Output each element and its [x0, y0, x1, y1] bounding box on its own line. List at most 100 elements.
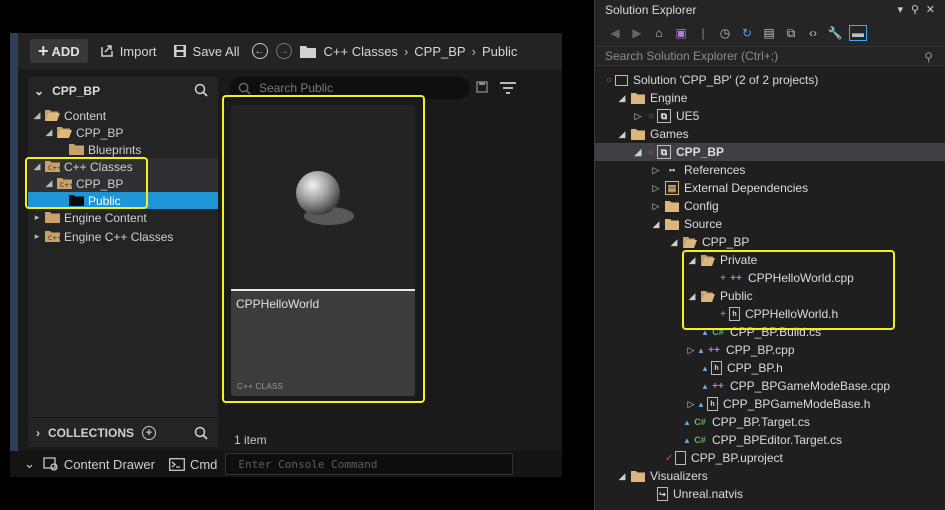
tree-item-public[interactable]: Public: [28, 192, 218, 209]
history-icon[interactable]: ◷: [717, 25, 733, 41]
collapse-arrow-icon[interactable]: ▷: [651, 183, 661, 194]
show-all-files-icon[interactable]: ⧉: [783, 25, 799, 41]
expand-arrow-icon[interactable]: ◢: [687, 291, 697, 302]
collapse-arrow-icon[interactable]: ▷: [651, 165, 661, 176]
folder-public[interactable]: ◢ Public: [595, 287, 945, 305]
sources-header-label: CPP_BP: [52, 84, 101, 98]
tree-item-engine-content[interactable]: ▸ Engine Content: [28, 209, 218, 226]
expand-arrow-icon[interactable]: ◢: [44, 127, 54, 138]
content-drawer-button[interactable]: Content Drawer: [43, 457, 155, 472]
cmd-button[interactable]: Cmd: [169, 457, 217, 472]
pin-icon[interactable]: ⚲: [911, 3, 919, 16]
close-icon[interactable]: ✕: [926, 3, 935, 16]
expand-arrow-icon[interactable]: ◢: [633, 147, 643, 158]
asset-tile-cpphelloworld[interactable]: CPPHelloWorld C++ CLASS: [231, 105, 415, 396]
tree-item-content[interactable]: ◢ Content: [28, 107, 218, 124]
expand-arrow-icon[interactable]: ◢: [617, 93, 627, 104]
search-icon[interactable]: [194, 426, 208, 440]
back-icon[interactable]: ←: [251, 43, 268, 59]
solution-search-input[interactable]: Search Solution Explorer (Ctrl+;) ⚲: [595, 46, 945, 66]
collapse-arrow-icon[interactable]: ▷: [687, 345, 695, 356]
node-external-dependencies[interactable]: ▷ ▤ External Dependencies: [595, 179, 945, 197]
expand-arrow-icon[interactable]: ◢: [669, 237, 679, 248]
dropdown-icon[interactable]: ▾: [897, 3, 903, 16]
sphere-icon: [296, 171, 354, 225]
cpp-file-icon: ++: [712, 380, 724, 392]
expand-arrow-icon[interactable]: ◢: [44, 178, 54, 189]
file-uproject[interactable]: ✓ CPP_BP.uproject: [595, 449, 945, 467]
folder-config[interactable]: ▷ Config: [595, 197, 945, 215]
file-unreal-natvis[interactable]: ↪ Unreal.natvis: [595, 485, 945, 503]
tree-item-blueprints[interactable]: Blueprints: [28, 141, 218, 158]
file-cpp-bp-target-cs[interactable]: ▲ C# CPP_BP.Target.cs: [595, 413, 945, 431]
asset-search-input[interactable]: Search Public: [230, 77, 470, 99]
tree-item-cpp-bp-classes[interactable]: ◢ C++ CPP_BP: [28, 175, 218, 192]
tree-item-cpp-bp-content[interactable]: ◢ CPP_BP: [28, 124, 218, 141]
file-gamemodebase-h[interactable]: ▷ ▲ h CPP_BPGameModeBase.h: [595, 395, 945, 413]
folder-open-icon: [45, 110, 60, 121]
breadcrumb-cpp-bp[interactable]: CPP_BP: [414, 39, 465, 63]
header-file-icon: h: [707, 397, 718, 411]
tree-item-label: UE5: [676, 109, 700, 123]
back-icon[interactable]: ◀: [607, 25, 623, 41]
solution-node[interactable]: ○ Solution 'CPP_BP' (2 of 2 projects): [595, 71, 945, 89]
breadcrumb-public[interactable]: Public: [482, 39, 517, 63]
search-icon: [238, 82, 251, 95]
collapse-arrow-icon[interactable]: ▸: [32, 212, 42, 223]
collapse-arrow-icon[interactable]: ▷: [633, 111, 643, 122]
tree-item-cpp-classes[interactable]: ◢ C++ C++ Classes: [28, 158, 218, 175]
folder-visualizers[interactable]: ◢ Visualizers: [595, 467, 945, 485]
sources-header[interactable]: ⌄ CPP_BP: [28, 77, 218, 105]
expand-arrow-icon[interactable]: ◢: [617, 471, 627, 482]
tree-item-label: CPP_BPGameModeBase.cpp: [730, 379, 891, 393]
folder-private[interactable]: ◢ Private: [595, 251, 945, 269]
switch-views-icon[interactable]: ▣: [673, 25, 689, 41]
expand-arrow-icon[interactable]: ◢: [617, 129, 627, 140]
collapse-arrow-icon[interactable]: ▷: [651, 201, 661, 212]
expand-arrow-icon[interactable]: ◢: [687, 255, 697, 266]
folder-games[interactable]: ◢ Games: [595, 125, 945, 143]
folder-icon: [45, 212, 60, 223]
status-icon: ○: [647, 110, 655, 122]
save-all-button[interactable]: Save All: [165, 39, 248, 63]
folder-engine[interactable]: ◢ Engine: [595, 89, 945, 107]
import-button[interactable]: Import: [92, 39, 165, 63]
expand-arrow-icon[interactable]: ◢: [32, 110, 42, 121]
expand-arrow-icon[interactable]: ◢: [32, 161, 42, 172]
project-cpp-bp[interactable]: ◢ ○ ⧉ CPP_BP: [595, 143, 945, 161]
search-icon[interactable]: [194, 83, 208, 97]
file-cpphelloworld-cpp[interactable]: + ++ CPPHelloWorld.cpp: [595, 269, 945, 287]
home-icon[interactable]: ⌂: [651, 25, 667, 41]
filter-icon[interactable]: [499, 81, 517, 95]
file-cpp-bp-h[interactable]: ▲ h CPP_BP.h: [595, 359, 945, 377]
console-input[interactable]: Enter Console Command: [225, 453, 514, 475]
save-search-icon[interactable]: [476, 81, 488, 93]
separator-icon: |: [701, 26, 705, 40]
file-cpphelloworld-h[interactable]: + h CPPHelloWorld.h: [595, 305, 945, 323]
collapse-arrow-icon[interactable]: ▸: [32, 231, 42, 242]
cpp-folder-icon: C++: [45, 161, 60, 172]
breadcrumb-cpp-classes[interactable]: C++ Classes: [324, 39, 398, 63]
forward-icon[interactable]: ▶: [629, 25, 645, 41]
add-collection-icon[interactable]: +: [142, 425, 156, 440]
expand-arrow-icon[interactable]: ◢: [651, 219, 661, 230]
file-gamemodebase-cpp[interactable]: ▲ ++ CPP_BPGameModeBase.cpp: [595, 377, 945, 395]
tree-item-engine-cpp-classes[interactable]: ▸ C++ Engine C++ Classes: [28, 228, 218, 245]
collapse-all-icon[interactable]: ▤: [761, 25, 777, 41]
solution-icon: [615, 74, 628, 86]
collapse-arrow-icon[interactable]: ▷: [687, 399, 695, 410]
preview-icon[interactable]: ▬: [849, 25, 867, 41]
folder-source[interactable]: ◢ Source: [595, 215, 945, 233]
sync-icon[interactable]: ↻: [739, 25, 755, 41]
folder-cpp-bp-source[interactable]: ◢ CPP_BP: [595, 233, 945, 251]
collections-header[interactable]: › COLLECTIONS +: [28, 417, 218, 447]
forward-icon[interactable]: →: [275, 43, 292, 59]
file-cpp-bpeditor-target-cs[interactable]: ▲ C# CPP_BPEditor.Target.cs: [595, 431, 945, 449]
code-icon[interactable]: ‹›: [805, 25, 821, 41]
wrench-icon[interactable]: 🔧: [827, 25, 843, 41]
project-ue5[interactable]: ▷ ○ ⧉ UE5: [595, 107, 945, 125]
node-references[interactable]: ▷ ▪• References: [595, 161, 945, 179]
add-button[interactable]: + ADD: [30, 39, 88, 63]
file-cpp-bp-cpp[interactable]: ▷ ▲ ++ CPP_BP.cpp: [595, 341, 945, 359]
file-cpp-bp-build-cs[interactable]: ▲ C# CPP_BP.Build.cs: [595, 323, 945, 341]
